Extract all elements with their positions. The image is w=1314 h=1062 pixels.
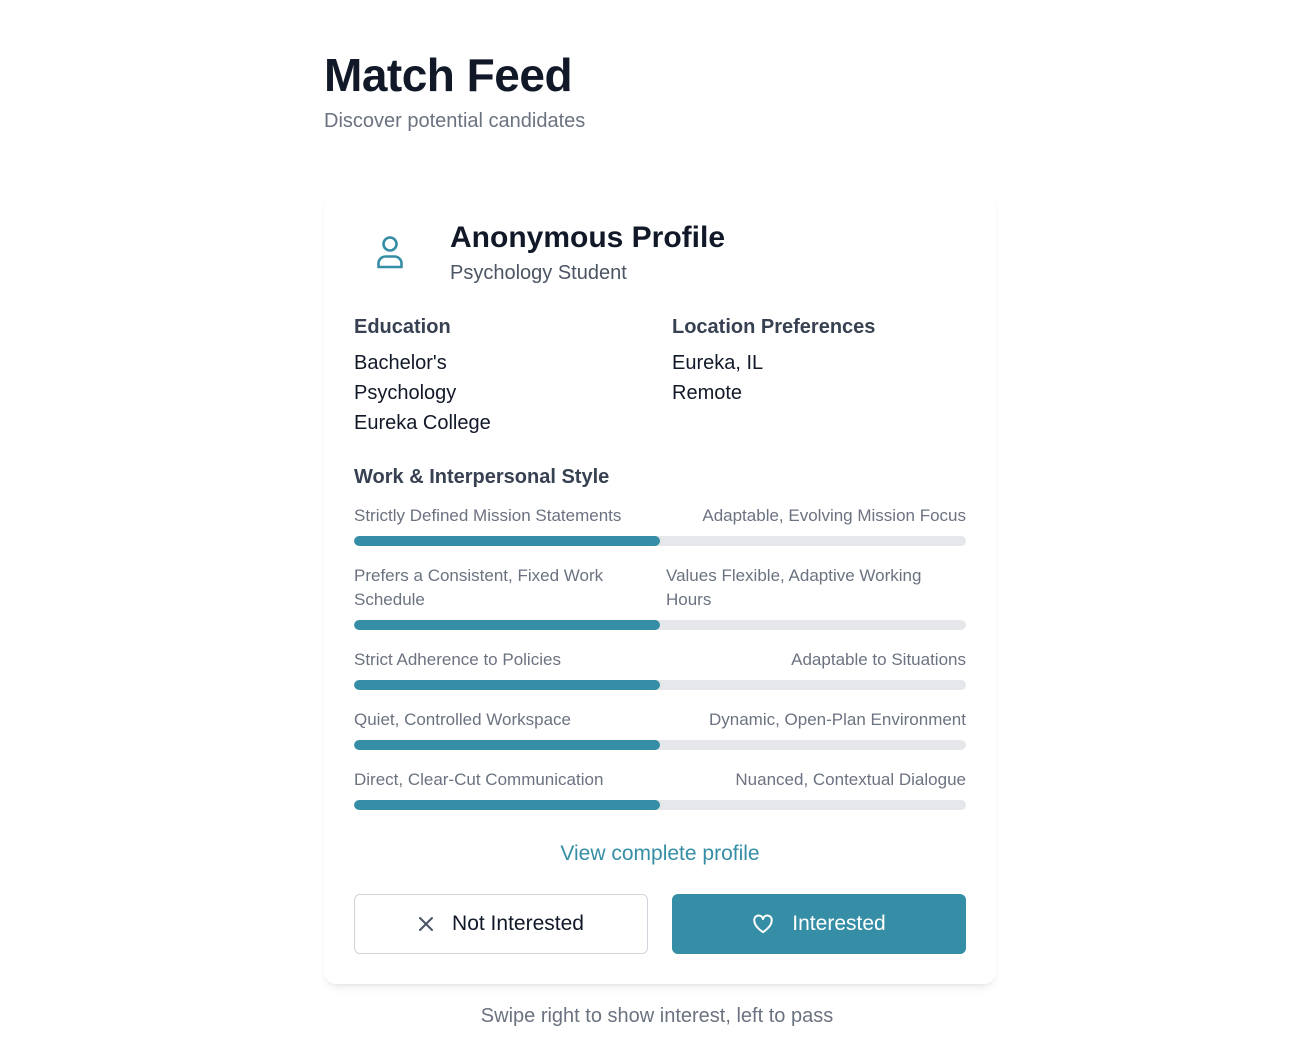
page-title: Match Feed: [324, 49, 573, 101]
view-complete-profile-link[interactable]: View complete profile: [324, 840, 996, 868]
page-subtitle: Discover potential candidates: [324, 110, 586, 132]
style-slider: Prefers a Consistent, Fixed Work Schedul…: [354, 564, 966, 630]
slider-fill: [354, 800, 660, 810]
close-icon: [418, 916, 434, 932]
location-heading: Location Preferences: [672, 316, 876, 338]
location-item: Remote: [672, 382, 743, 404]
interested-button[interactable]: Interested: [672, 894, 966, 954]
interested-label: Interested: [792, 912, 886, 935]
match-feed-page: Match Feed Discover potential candidates…: [0, 0, 1314, 1062]
style-slider: Strict Adherence to Policies Adaptable t…: [354, 648, 966, 690]
location-item: Eureka, IL: [672, 352, 764, 374]
location-list: Eureka, IL Remote: [672, 348, 763, 408]
slider-right-label: Nuanced, Contextual Dialogue: [735, 770, 966, 789]
slider-left-label: Prefers a Consistent, Fixed Work Schedul…: [354, 566, 604, 609]
slider-right-label: Values Flexible, Adaptive Working Hours: [666, 566, 922, 609]
slider-fill: [354, 740, 660, 750]
not-interested-button[interactable]: Not Interested: [354, 894, 648, 954]
user-icon: [372, 232, 408, 272]
heart-icon: [752, 914, 774, 934]
slider-right-label: Adaptable to Situations: [791, 650, 966, 669]
education-major: Psychology: [354, 382, 457, 404]
slider-right-label: Dynamic, Open-Plan Environment: [708, 710, 966, 729]
slider-track: [354, 536, 966, 546]
style-heading: Work & Interpersonal Style: [354, 466, 610, 488]
slider-fill: [354, 680, 660, 690]
slider-left-label: Direct, Clear-Cut Communication: [354, 770, 604, 789]
profile-card[interactable]: Anonymous Profile Psychology Student Edu…: [324, 192, 996, 984]
style-slider: Direct, Clear-Cut Communication Nuanced,…: [354, 768, 966, 810]
slider-left-label: Strictly Defined Mission Statements: [354, 506, 622, 525]
style-slider: Quiet, Controlled Workspace Dynamic, Ope…: [354, 708, 966, 750]
slider-fill: [354, 536, 660, 546]
slider-fill: [354, 620, 660, 630]
style-slider: Strictly Defined Mission Statements Adap…: [354, 504, 966, 546]
slider-track: [354, 680, 966, 690]
slider-track: [354, 800, 966, 810]
education-heading: Education: [354, 316, 451, 338]
profile-name: Anonymous Profile: [450, 221, 726, 254]
slider-track: [354, 740, 966, 750]
slider-right-label: Adaptable, Evolving Mission Focus: [702, 506, 966, 525]
profile-role: Psychology Student: [450, 262, 627, 284]
slider-track: [354, 620, 966, 630]
swipe-hint: Swipe right to show interest, left to pa…: [480, 1005, 834, 1027]
slider-left-label: Quiet, Controlled Workspace: [354, 710, 572, 729]
not-interested-label: Not Interested: [452, 912, 584, 935]
education-degree: Bachelor's: [354, 352, 447, 374]
slider-left-label: Strict Adherence to Policies: [354, 650, 561, 669]
education-list: Bachelor's Psychology Eureka College: [354, 348, 491, 438]
education-school: Eureka College: [354, 412, 491, 434]
page-header: Match Feed Discover potential candidates: [324, 48, 585, 134]
